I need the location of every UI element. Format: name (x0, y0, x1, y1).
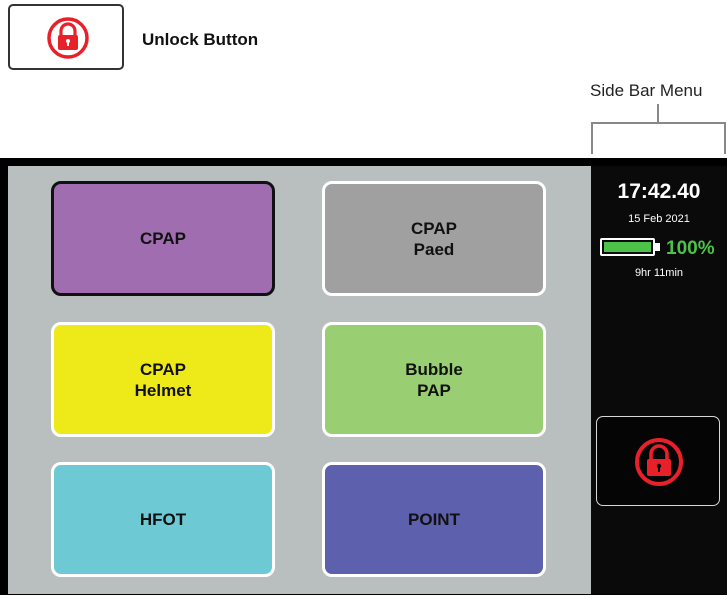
mode-selection-grid: CPAP CPAP Paed CPAP Helmet Bubble PAP HF… (8, 166, 591, 594)
mode-label-line1: Bubble (405, 359, 463, 379)
mode-button-cpap[interactable]: CPAP (51, 181, 275, 296)
mode-button-point[interactable]: POINT (322, 462, 546, 577)
battery-remaining: 9hr 11min (634, 267, 684, 279)
sidebar-menu-bracket (591, 104, 726, 154)
mode-label-line1: HFOT (139, 510, 187, 529)
mode-label-line2: PAP (417, 380, 451, 400)
battery-icon (600, 238, 660, 256)
unlock-button-label: Unlock Button (142, 30, 259, 49)
mode-button-cpap-paed[interactable]: CPAP Paed (322, 181, 546, 296)
mode-button-bubble-pap[interactable]: Bubble PAP (322, 322, 546, 437)
mode-button-cpap-helmet[interactable]: CPAP Helmet (51, 322, 275, 437)
padlock-icon (635, 438, 683, 486)
battery-percent: 100% (666, 238, 715, 259)
mode-label-line1: CPAP (140, 229, 186, 248)
padlock-icon (47, 17, 89, 59)
mode-label-line2: Paed (413, 239, 455, 259)
unlock-button[interactable] (596, 416, 720, 506)
sidebar-menu: 17:42.40 15 Feb 2021 100% 9hr 11min (591, 166, 727, 594)
unlock-button-legend (8, 4, 124, 70)
device-screen: CPAP CPAP Paed CPAP Helmet Bubble PAP HF… (0, 158, 727, 595)
clock-time: 17:42.40 (617, 180, 701, 203)
mode-label-line1: CPAP (411, 218, 457, 238)
mode-label-line1: POINT (408, 510, 460, 529)
clock-date: 15 Feb 2021 (628, 213, 690, 225)
mode-label-line2: Helmet (134, 380, 192, 400)
sidebar-menu-label: Side Bar Menu (590, 81, 703, 100)
mode-label-line1: CPAP (140, 359, 186, 379)
mode-button-hfot[interactable]: HFOT (51, 462, 275, 577)
